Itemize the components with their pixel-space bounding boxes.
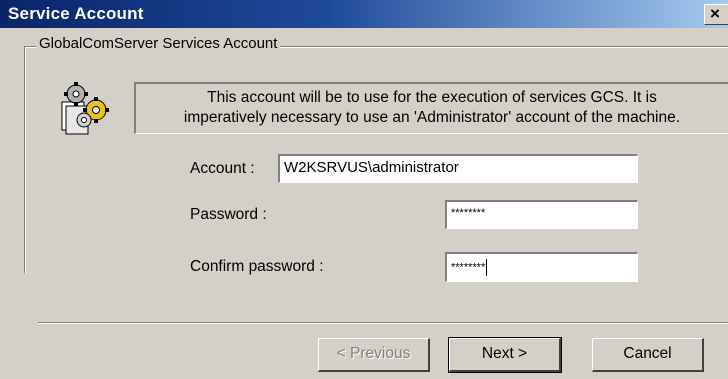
gears-services-icon — [61, 82, 109, 135]
info-message: This account will be to use for the exec… — [134, 82, 728, 134]
text-caret — [486, 259, 488, 276]
button-separator — [38, 322, 728, 324]
confirm-password-input[interactable]: ******** — [445, 252, 638, 282]
confirm-password-label: Confirm password : — [190, 258, 324, 275]
password-input[interactable]: ******** — [445, 200, 638, 229]
info-line-1: This account will be to use for the exec… — [207, 89, 657, 106]
close-button[interactable]: × — [704, 4, 728, 25]
account-value: W2KSRVUS\administrator — [284, 159, 459, 176]
confirm-password-value: ******** — [451, 261, 486, 274]
previous-button-label: < Previous — [336, 345, 411, 362]
title-bar[interactable]: Service Account × — [0, 0, 728, 28]
previous-button[interactable]: < Previous — [318, 338, 430, 372]
next-button-label: Next > — [481, 345, 528, 362]
cancel-button[interactable]: Cancel — [592, 338, 704, 372]
password-label: Password : — [190, 206, 267, 223]
account-label: Account : — [190, 160, 255, 177]
service-account-dialog: Service Account × GlobalComServer Servic… — [0, 0, 728, 379]
info-line-2: imperatively necessary to use an 'Admini… — [183, 109, 681, 126]
groupbox-label: GlobalComServer Services Account — [36, 35, 281, 52]
dialog-title: Service Account — [8, 4, 144, 23]
close-icon: × — [710, 4, 720, 23]
cancel-button-label: Cancel — [623, 345, 672, 362]
next-button[interactable]: Next > — [448, 337, 562, 373]
account-input[interactable]: W2KSRVUS\administrator — [278, 154, 638, 183]
password-value: ******** — [451, 207, 486, 219]
